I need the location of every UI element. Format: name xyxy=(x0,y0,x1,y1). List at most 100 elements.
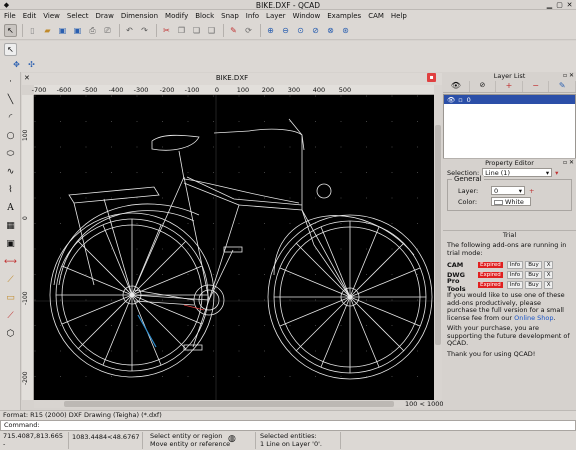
cut-icon[interactable]: ✂ xyxy=(160,24,173,37)
info-button[interactable]: Info xyxy=(506,280,524,289)
layer-name: 0 xyxy=(466,95,471,104)
panel-float-icon[interactable]: ▫ ✕ xyxy=(563,72,574,79)
layer-dropdown[interactable]: 0 ▾ xyxy=(491,186,525,195)
menu-info[interactable]: Info xyxy=(246,12,259,20)
drawing-canvas[interactable] xyxy=(34,95,434,400)
modify-icon[interactable]: ⟋ xyxy=(3,272,18,287)
zoom-out-icon[interactable]: ⊖ xyxy=(279,24,292,37)
dimension-icon[interactable]: ⟷ xyxy=(3,254,18,269)
property-editor: Property Editor ▫ ✕ Selection: Line (1) … xyxy=(443,158,576,228)
paste2-icon[interactable]: ❑ xyxy=(205,24,218,37)
minimize-icon[interactable]: ▁ xyxy=(545,1,554,9)
menu-view[interactable]: View xyxy=(43,12,60,20)
spline-icon[interactable]: ∿ xyxy=(3,164,18,179)
remove-icon[interactable]: − xyxy=(523,81,550,92)
trial-body-text: . xyxy=(553,313,556,322)
menu-modify[interactable]: Modify xyxy=(165,12,188,20)
zoom-in-icon[interactable]: ⊕ xyxy=(264,24,277,37)
dismiss-button[interactable]: X xyxy=(543,270,554,279)
ruler-vertical: 100 0 -100 -200 xyxy=(22,95,34,400)
redraw-icon[interactable]: ⟳ xyxy=(242,24,255,37)
menu-select[interactable]: Select xyxy=(67,12,89,20)
filter-icon[interactable]: ▾ xyxy=(555,169,558,177)
menu-dimension[interactable]: Dimension xyxy=(121,12,158,20)
select-icon[interactable]: ↖ xyxy=(4,42,17,56)
snap-auto-icon[interactable]: ✥ xyxy=(10,58,23,71)
scroll-thumb[interactable] xyxy=(64,401,394,407)
online-shop-link[interactable]: Online Shop xyxy=(514,314,553,322)
add-layer-icon[interactable]: + xyxy=(529,187,534,195)
copy-icon[interactable]: ❐ xyxy=(175,24,188,37)
menu-bar: File Edit View Select Draw Dimension Mod… xyxy=(0,10,576,22)
image-icon[interactable]: ▣ xyxy=(3,236,18,251)
document-tab[interactable]: ✕ BIKE.DXF ▪ xyxy=(22,73,442,85)
ruler-label: 400 xyxy=(312,86,326,94)
pointer-icon[interactable]: ↖ xyxy=(4,24,17,37)
pen-icon[interactable]: ✎ xyxy=(227,24,240,37)
menu-layer[interactable]: Layer xyxy=(266,12,286,20)
menu-cam[interactable]: CAM xyxy=(368,12,384,20)
info-icon[interactable]: ⟋ xyxy=(3,308,18,323)
menu-snap[interactable]: Snap xyxy=(221,12,239,20)
horizontal-scrollbar[interactable] xyxy=(34,400,434,408)
menu-file[interactable]: File xyxy=(4,12,16,20)
undo-icon[interactable]: ↶ xyxy=(123,24,136,37)
info-button[interactable]: Info xyxy=(506,260,524,269)
command-input[interactable]: Command: xyxy=(0,420,576,431)
info-button[interactable]: Info xyxy=(506,270,524,279)
eye-icon[interactable]: 👁 xyxy=(443,81,470,92)
add-icon[interactable]: + xyxy=(496,81,523,92)
block-icon[interactable]: ▭ xyxy=(3,290,18,305)
arc-icon[interactable]: ◜ xyxy=(3,110,18,125)
color-dropdown[interactable]: White xyxy=(491,197,531,206)
menu-edit[interactable]: Edit xyxy=(23,12,37,20)
save-icon[interactable]: ▣ xyxy=(56,24,69,37)
zoom-window-icon[interactable]: ⊗ xyxy=(324,24,337,37)
line-icon[interactable]: ╲ xyxy=(3,92,18,107)
zoom-auto-icon[interactable]: ⊙ xyxy=(294,24,307,37)
panel-float-icon[interactable]: ▫ ✕ xyxy=(563,159,574,166)
redo-icon[interactable]: ↷ xyxy=(138,24,151,37)
point-icon[interactable]: · xyxy=(3,74,18,89)
polyline-icon[interactable]: ⌇ xyxy=(3,182,18,197)
new-icon[interactable]: ▯ xyxy=(26,24,39,37)
close-icon[interactable]: ✕ xyxy=(565,1,574,9)
hatch-icon[interactable]: ▦ xyxy=(3,218,18,233)
dismiss-button[interactable]: X xyxy=(543,280,554,289)
buy-button[interactable]: Buy xyxy=(525,270,542,279)
print-icon[interactable]: ⎙ xyxy=(86,24,99,37)
tab-menu-icon[interactable]: ▪ xyxy=(427,73,436,82)
menu-help[interactable]: Help xyxy=(391,12,407,20)
selection-dropdown[interactable]: Line (1) ▾ xyxy=(482,168,553,177)
menu-examples[interactable]: Examples xyxy=(327,12,361,20)
dismiss-button[interactable]: X xyxy=(543,260,554,269)
buy-button[interactable]: Buy xyxy=(525,260,542,269)
status-badge: Expired xyxy=(478,271,503,278)
ellipse-icon[interactable]: ⬭ xyxy=(3,146,18,161)
menu-block[interactable]: Block xyxy=(195,12,214,20)
text-icon[interactable]: A xyxy=(3,200,18,215)
paste-icon[interactable]: ❏ xyxy=(190,24,203,37)
layer-tools: 👁 ⊘ + − ✎ xyxy=(443,81,576,93)
zoom-previous-icon[interactable]: ⊘ xyxy=(309,24,322,37)
vertical-scrollbar[interactable] xyxy=(434,85,442,400)
circle-icon[interactable]: ○ xyxy=(3,128,18,143)
save-as-icon[interactable]: ▣ xyxy=(71,24,84,37)
chevron-down-icon: ▾ xyxy=(545,169,550,177)
menu-draw[interactable]: Draw xyxy=(96,12,114,20)
scroll-thumb[interactable] xyxy=(435,125,441,345)
layer-row-0[interactable]: 👁 ▫ 0 xyxy=(444,95,575,104)
layer-lock-icon[interactable]: ▫ xyxy=(458,96,462,104)
menu-window[interactable]: Window xyxy=(293,12,321,20)
maximize-icon[interactable]: ▢ xyxy=(555,1,564,9)
trial-intro: The following add-ons are running in tri… xyxy=(447,241,567,257)
print-preview-icon[interactable]: ⎚ xyxy=(101,24,114,37)
3d-icon[interactable]: ⬡ xyxy=(3,326,18,341)
edit-icon[interactable]: ✎ xyxy=(549,81,576,92)
buy-button[interactable]: Buy xyxy=(525,280,542,289)
open-icon[interactable]: ▰ xyxy=(41,24,54,37)
zoom-pan-icon[interactable]: ⊛ xyxy=(339,24,352,37)
lock-icon[interactable]: ⊘ xyxy=(470,81,497,92)
layer-visible-icon[interactable]: 👁 xyxy=(447,96,455,104)
snap-grid-icon[interactable]: ✣ xyxy=(25,58,38,71)
